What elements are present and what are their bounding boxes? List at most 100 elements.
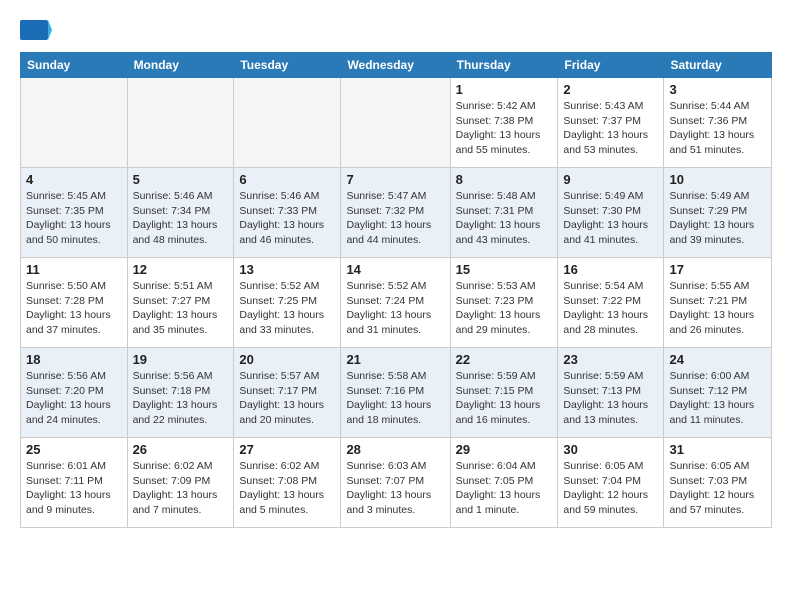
day-number: 19 bbox=[133, 352, 229, 367]
calendar-day-cell: 5Sunrise: 5:46 AM Sunset: 7:34 PM Daylig… bbox=[127, 168, 234, 258]
calendar-day-cell: 19 Sunrise: 5:56 AM Sunset: 7:18 PM Dayli… bbox=[127, 348, 234, 438]
calendar-day-cell: 28 Sunrise: 6:03 AM Sunset: 7:07 PM Dayli… bbox=[341, 438, 450, 528]
day-info: Sunrise: 5:53 AM Sunset: 7:23 PM Dayligh… bbox=[456, 279, 553, 338]
day-info: Sunrise: 5:55 AM Sunset: 7:21 PM Dayligh… bbox=[669, 279, 766, 338]
page-header bbox=[20, 16, 772, 44]
day-info: Sunrise: 5:49 AM Sunset: 7:30 PM Dayligh… bbox=[563, 189, 658, 248]
calendar-week-row: 4 Sunrise: 5:45 AM Sunset: 7:35 PM Daylig… bbox=[21, 168, 772, 258]
day-number: 27 bbox=[239, 442, 335, 457]
calendar-day-cell: 2 Sunrise: 5:43 AM Sunset: 7:37 PM Daylig… bbox=[558, 78, 664, 168]
day-number: 20 bbox=[239, 352, 335, 367]
day-info: Sunrise: 5:58 AM Sunset: 7:16 PM Dayligh… bbox=[346, 369, 444, 428]
day-number: 24 bbox=[669, 352, 766, 367]
day-number: 5 bbox=[133, 172, 229, 187]
calendar-day-cell: 13 Sunrise: 5:52 AM Sunset: 7:25 PM Dayli… bbox=[234, 258, 341, 348]
day-info: Sunrise: 5:42 AM Sunset: 7:38 PM Dayligh… bbox=[456, 99, 553, 158]
day-info: Sunrise: 6:04 AM Sunset: 7:05 PM Dayligh… bbox=[456, 459, 553, 518]
day-info: Sunrise: 5:47 AM Sunset: 7:32 PM Dayligh… bbox=[346, 189, 444, 248]
calendar-day-cell: 7 Sunrise: 5:47 AM Sunset: 7:32 PM Daylig… bbox=[341, 168, 450, 258]
day-number: 26 bbox=[133, 442, 229, 457]
calendar-day-cell: 26 Sunrise: 6:02 AM Sunset: 7:09 PM Dayli… bbox=[127, 438, 234, 528]
calendar-day-cell: 3 Sunrise: 5:44 AM Sunset: 7:36 PM Daylig… bbox=[664, 78, 772, 168]
day-number: 11 bbox=[26, 262, 122, 277]
day-number: 6 bbox=[239, 172, 335, 187]
day-number: 25 bbox=[26, 442, 122, 457]
day-header-wednesday: Wednesday bbox=[341, 53, 450, 78]
calendar-week-row: 1Sunrise: 5:42 AM Sunset: 7:38 PM Daylig… bbox=[21, 78, 772, 168]
day-info: Sunrise: 5:56 AM Sunset: 7:18 PM Dayligh… bbox=[133, 369, 229, 428]
calendar-week-row: 11Sunrise: 5:50 AM Sunset: 7:28 PM Dayli… bbox=[21, 258, 772, 348]
calendar-week-row: 18Sunrise: 5:56 AM Sunset: 7:20 PM Dayli… bbox=[21, 348, 772, 438]
day-number: 3 bbox=[669, 82, 766, 97]
day-info: Sunrise: 6:03 AM Sunset: 7:07 PM Dayligh… bbox=[346, 459, 444, 518]
calendar-header-row: SundayMondayTuesdayWednesdayThursdayFrid… bbox=[21, 53, 772, 78]
calendar-day-cell bbox=[127, 78, 234, 168]
day-number: 31 bbox=[669, 442, 766, 457]
day-info: Sunrise: 5:48 AM Sunset: 7:31 PM Dayligh… bbox=[456, 189, 553, 248]
day-number: 22 bbox=[456, 352, 553, 367]
day-info: Sunrise: 5:46 AM Sunset: 7:33 PM Dayligh… bbox=[239, 189, 335, 248]
day-number: 7 bbox=[346, 172, 444, 187]
logo bbox=[20, 20, 54, 44]
day-number: 16 bbox=[563, 262, 658, 277]
calendar-week-row: 25 Sunrise: 6:01 AM Sunset: 7:11 PM Dayli… bbox=[21, 438, 772, 528]
calendar-day-cell: 31Sunrise: 6:05 AM Sunset: 7:03 PM Dayli… bbox=[664, 438, 772, 528]
calendar-day-cell: 21 Sunrise: 5:58 AM Sunset: 7:16 PM Dayli… bbox=[341, 348, 450, 438]
calendar-day-cell: 20Sunrise: 5:57 AM Sunset: 7:17 PM Dayli… bbox=[234, 348, 341, 438]
day-number: 23 bbox=[563, 352, 658, 367]
day-info: Sunrise: 5:52 AM Sunset: 7:25 PM Dayligh… bbox=[239, 279, 335, 338]
calendar-day-cell bbox=[21, 78, 128, 168]
day-number: 21 bbox=[346, 352, 444, 367]
day-number: 4 bbox=[26, 172, 122, 187]
day-number: 8 bbox=[456, 172, 553, 187]
calendar-day-cell: 9 Sunrise: 5:49 AM Sunset: 7:30 PM Daylig… bbox=[558, 168, 664, 258]
day-header-friday: Friday bbox=[558, 53, 664, 78]
calendar-table: SundayMondayTuesdayWednesdayThursdayFrid… bbox=[20, 52, 772, 528]
day-number: 12 bbox=[133, 262, 229, 277]
day-info: Sunrise: 5:56 AM Sunset: 7:20 PM Dayligh… bbox=[26, 369, 122, 428]
day-number: 10 bbox=[669, 172, 766, 187]
day-header-sunday: Sunday bbox=[21, 53, 128, 78]
calendar-day-cell: 1Sunrise: 5:42 AM Sunset: 7:38 PM Daylig… bbox=[450, 78, 558, 168]
calendar-day-cell: 6 Sunrise: 5:46 AM Sunset: 7:33 PM Daylig… bbox=[234, 168, 341, 258]
calendar-day-cell: 24 Sunrise: 6:00 AM Sunset: 7:12 PM Dayli… bbox=[664, 348, 772, 438]
calendar-day-cell: 12 Sunrise: 5:51 AM Sunset: 7:27 PM Dayli… bbox=[127, 258, 234, 348]
logo-icon bbox=[20, 16, 52, 44]
calendar-day-cell bbox=[234, 78, 341, 168]
day-number: 14 bbox=[346, 262, 444, 277]
calendar-day-cell: 15 Sunrise: 5:53 AM Sunset: 7:23 PM Dayli… bbox=[450, 258, 558, 348]
day-info: Sunrise: 6:01 AM Sunset: 7:11 PM Dayligh… bbox=[26, 459, 122, 518]
calendar-day-cell: 18Sunrise: 5:56 AM Sunset: 7:20 PM Dayli… bbox=[21, 348, 128, 438]
day-info: Sunrise: 6:00 AM Sunset: 7:12 PM Dayligh… bbox=[669, 369, 766, 428]
day-number: 2 bbox=[563, 82, 658, 97]
calendar-day-cell: 16Sunrise: 5:54 AM Sunset: 7:22 PM Dayli… bbox=[558, 258, 664, 348]
calendar-day-cell: 11Sunrise: 5:50 AM Sunset: 7:28 PM Dayli… bbox=[21, 258, 128, 348]
calendar-day-cell bbox=[341, 78, 450, 168]
day-number: 13 bbox=[239, 262, 335, 277]
calendar-day-cell: 17Sunrise: 5:55 AM Sunset: 7:21 PM Dayli… bbox=[664, 258, 772, 348]
day-info: Sunrise: 6:02 AM Sunset: 7:08 PM Dayligh… bbox=[239, 459, 335, 518]
day-info: Sunrise: 5:51 AM Sunset: 7:27 PM Dayligh… bbox=[133, 279, 229, 338]
calendar-day-cell: 30 Sunrise: 6:05 AM Sunset: 7:04 PM Dayli… bbox=[558, 438, 664, 528]
day-number: 28 bbox=[346, 442, 444, 457]
day-info: Sunrise: 5:44 AM Sunset: 7:36 PM Dayligh… bbox=[669, 99, 766, 158]
calendar-day-cell: 27 Sunrise: 6:02 AM Sunset: 7:08 PM Dayli… bbox=[234, 438, 341, 528]
day-number: 30 bbox=[563, 442, 658, 457]
day-info: Sunrise: 5:43 AM Sunset: 7:37 PM Dayligh… bbox=[563, 99, 658, 158]
day-number: 9 bbox=[563, 172, 658, 187]
day-header-tuesday: Tuesday bbox=[234, 53, 341, 78]
day-number: 29 bbox=[456, 442, 553, 457]
calendar-day-cell: 4 Sunrise: 5:45 AM Sunset: 7:35 PM Daylig… bbox=[21, 168, 128, 258]
day-number: 15 bbox=[456, 262, 553, 277]
day-info: Sunrise: 5:45 AM Sunset: 7:35 PM Dayligh… bbox=[26, 189, 122, 248]
calendar-day-cell: 10 Sunrise: 5:49 AM Sunset: 7:29 PM Dayli… bbox=[664, 168, 772, 258]
day-header-monday: Monday bbox=[127, 53, 234, 78]
day-info: Sunrise: 5:52 AM Sunset: 7:24 PM Dayligh… bbox=[346, 279, 444, 338]
day-info: Sunrise: 6:05 AM Sunset: 7:04 PM Dayligh… bbox=[563, 459, 658, 518]
calendar-day-cell: 23 Sunrise: 5:59 AM Sunset: 7:13 PM Dayli… bbox=[558, 348, 664, 438]
day-info: Sunrise: 6:02 AM Sunset: 7:09 PM Dayligh… bbox=[133, 459, 229, 518]
calendar-day-cell: 14 Sunrise: 5:52 AM Sunset: 7:24 PM Dayli… bbox=[341, 258, 450, 348]
day-info: Sunrise: 5:59 AM Sunset: 7:13 PM Dayligh… bbox=[563, 369, 658, 428]
day-info: Sunrise: 5:49 AM Sunset: 7:29 PM Dayligh… bbox=[669, 189, 766, 248]
calendar-day-cell: 22Sunrise: 5:59 AM Sunset: 7:15 PM Dayli… bbox=[450, 348, 558, 438]
